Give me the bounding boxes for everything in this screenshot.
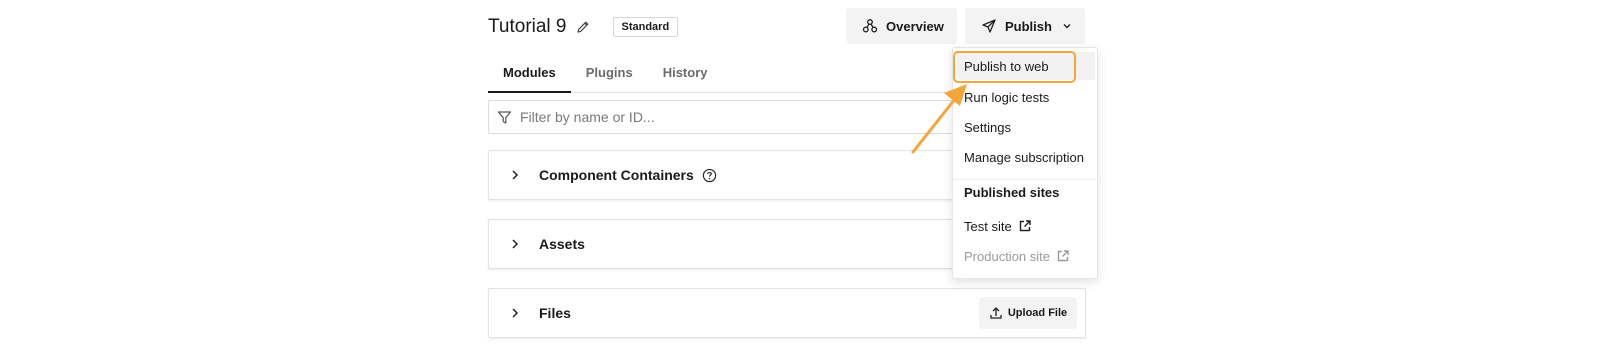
help-icon[interactable] <box>702 168 717 183</box>
panel-files[interactable]: Files Upload File <box>488 288 1086 338</box>
overview-label: Overview <box>886 18 944 34</box>
upload-file-label: Upload File <box>1007 307 1068 319</box>
test-site-label: Test site <box>964 218 1012 234</box>
publish-label: Publish <box>1005 18 1052 34</box>
overview-button[interactable]: Overview <box>846 8 957 44</box>
chevron-down-icon <box>1063 24 1071 29</box>
tab-modules[interactable]: Modules <box>488 55 571 93</box>
page-header: Tutorial 9 Standard <box>488 12 679 42</box>
chevron-right-icon[interactable] <box>509 169 521 181</box>
panel-title: Files <box>539 305 571 321</box>
send-icon <box>982 19 996 33</box>
upload-icon <box>990 307 1002 319</box>
tab-plugins[interactable]: Plugins <box>571 55 648 93</box>
published-sites-heading: Published sites <box>964 185 1060 200</box>
panel-title: Component Containers <box>539 167 694 183</box>
project-title: Tutorial 9 <box>488 16 567 37</box>
menu-item-run-logic-tests[interactable]: Run logic tests <box>953 83 1099 111</box>
menu-item-production-site: Production site <box>953 242 1099 270</box>
filter-icon <box>497 110 512 124</box>
highlight-ring <box>953 51 1076 83</box>
menu-item-manage-subscription[interactable]: Manage subscription <box>953 143 1099 171</box>
external-link-icon <box>1057 250 1069 262</box>
chevron-right-icon[interactable] <box>509 238 521 250</box>
pencil-icon[interactable] <box>575 19 591 35</box>
publish-button[interactable]: Publish <box>965 8 1085 44</box>
menu-item-test-site[interactable]: Test site <box>953 212 1099 240</box>
chevron-right-icon[interactable] <box>509 307 521 319</box>
plan-badge: Standard <box>612 17 679 37</box>
menu-divider <box>953 179 1099 180</box>
production-site-label: Production site <box>964 248 1050 264</box>
external-link-icon <box>1019 220 1031 232</box>
panel-title: Assets <box>539 236 585 252</box>
filter-input[interactable] <box>520 109 920 125</box>
tab-history[interactable]: History <box>648 55 723 93</box>
menu-item-settings[interactable]: Settings <box>953 113 1099 141</box>
upload-file-button[interactable]: Upload File <box>979 297 1077 329</box>
overview-icon <box>862 19 878 33</box>
